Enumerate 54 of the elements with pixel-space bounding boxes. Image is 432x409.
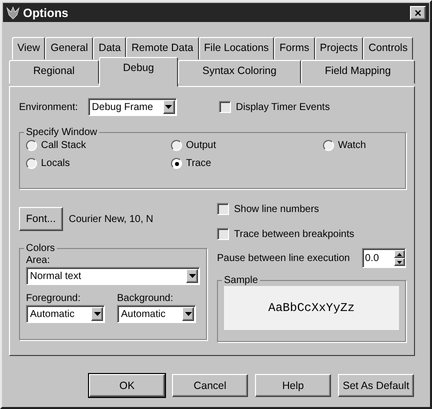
font-description: Courier New, 10, N — [68, 214, 154, 224]
foreground-dropdown[interactable]: Automatic — [26, 305, 105, 323]
tab[interactable]: Projects — [314, 37, 364, 60]
caret-icon — [184, 312, 192, 316]
group-title: Colors — [25, 243, 56, 254]
dialog-button[interactable]: OK — [89, 374, 165, 397]
app-icon — [6, 6, 20, 20]
tab[interactable]: General — [45, 37, 94, 60]
tab[interactable]: Regional — [9, 60, 99, 84]
radio-circle[interactable] — [171, 158, 182, 169]
pause-label: Pause between line execution — [217, 252, 350, 264]
tab[interactable]: Debug — [98, 57, 178, 87]
radio-circle[interactable] — [26, 140, 37, 151]
environment-dropdown[interactable]: Debug Frame — [88, 98, 177, 116]
background-label: Background: — [117, 293, 174, 304]
close-button[interactable]: × — [410, 6, 426, 20]
tab[interactable]: File Locations — [198, 37, 274, 60]
foreground-label: Foreground: — [26, 293, 82, 304]
tab[interactable]: View — [12, 37, 46, 60]
window-title: Options — [23, 6, 70, 20]
group-title: Sample — [223, 275, 259, 286]
group-title: Specify Window — [25, 127, 98, 138]
dialog-button[interactable]: Cancel — [172, 374, 248, 397]
background-dropdown[interactable]: Automatic — [117, 305, 196, 323]
radio-button[interactable]: Output — [171, 140, 216, 151]
radio-circle[interactable] — [26, 158, 37, 169]
caret-icon — [188, 274, 196, 278]
radio-button[interactable]: Call Stack — [26, 140, 86, 151]
radio-button[interactable]: Trace — [171, 158, 212, 169]
area-label: Area: — [26, 255, 51, 266]
up-arrow-icon — [397, 252, 402, 256]
sample-text: AaBbCcXxYyZz — [268, 301, 355, 315]
display-timer-checkbox[interactable]: Display Timer Events — [218, 101, 330, 113]
area-dropdown[interactable]: Normal text — [26, 267, 200, 285]
checkbox[interactable]: Show line numbers — [217, 199, 406, 219]
caret-icon — [94, 312, 100, 316]
tab[interactable]: Syntax Coloring — [178, 60, 301, 84]
radio-circle[interactable] — [323, 140, 334, 151]
environment-label: Environment: — [19, 102, 78, 112]
radio-button[interactable]: Locals — [26, 158, 70, 169]
tab[interactable]: Remote Data — [126, 37, 199, 60]
tab[interactable]: Forms — [274, 37, 315, 60]
tab[interactable]: Data — [93, 37, 126, 60]
radio-circle[interactable] — [171, 140, 182, 151]
down-arrow-icon — [397, 260, 402, 264]
pause-spinner[interactable]: 0.0 — [362, 248, 406, 268]
dialog-button[interactable]: Help — [255, 374, 331, 397]
dialog-button[interactable]: Set As Default — [338, 374, 414, 397]
tab[interactable]: Controls — [363, 37, 413, 60]
tab[interactable]: Field Mapping — [300, 60, 415, 84]
radio-button[interactable]: Watch — [323, 140, 366, 151]
checkbox[interactable]: Trace between breakpoints — [217, 224, 406, 244]
caret-icon — [165, 105, 172, 109]
font-button[interactable]: Font... — [19, 207, 63, 231]
